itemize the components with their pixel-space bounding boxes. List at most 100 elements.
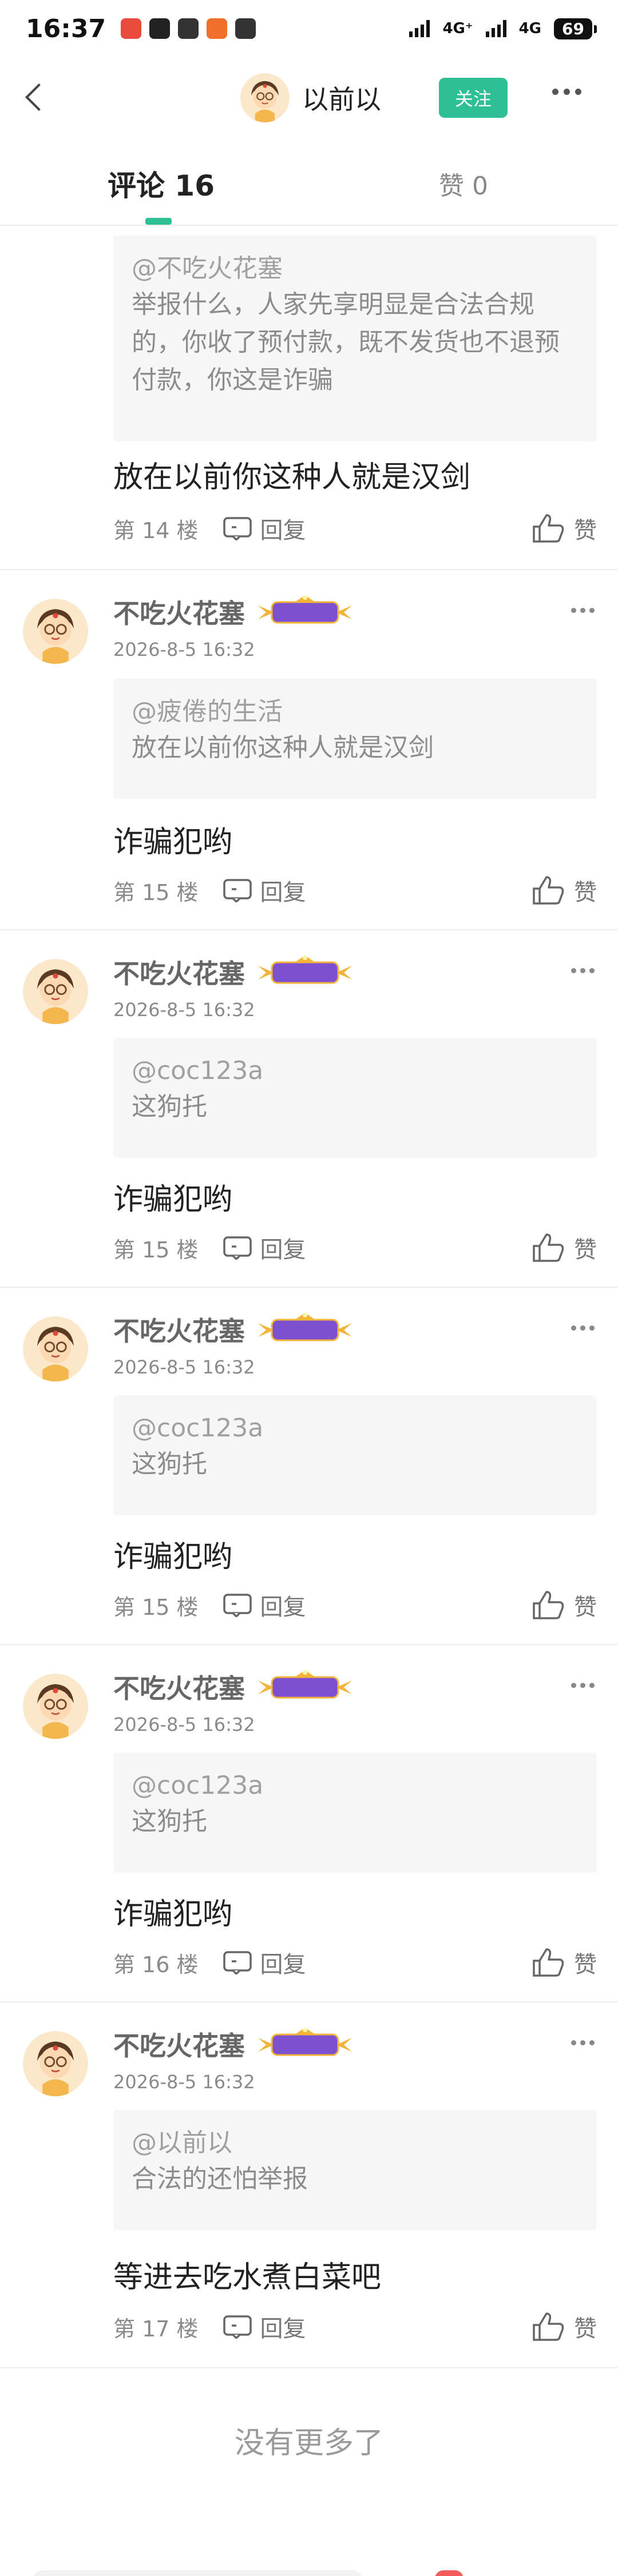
tab-indicator (145, 218, 172, 225)
quote-mention[interactable]: @以前以 (132, 2126, 579, 2160)
quoted-comment[interactable]: @疲倦的生活 放在以前你这种人就是汉剑 (113, 679, 597, 799)
comment-footer: 第 17 楼 回复 赞 (113, 2310, 597, 2344)
avatar[interactable] (23, 959, 88, 1024)
comment-item: 不吃火花塞 2026-8-5 16:32 @疲倦的生活 放在以前你这种人就是汉剑… (0, 570, 618, 930)
reply-label: 回复 (260, 517, 306, 544)
camera-app-icon (178, 18, 199, 39)
comment-time: 2026-8-5 16:32 (113, 639, 255, 660)
tab-likes[interactable]: 赞 0 (439, 165, 488, 202)
like-button[interactable]: 赞 (532, 874, 597, 907)
tab-bar: 评论 16 赞 0 (0, 146, 618, 226)
reply-button[interactable]: 回复 (223, 2310, 306, 2343)
quoted-comment[interactable]: @coc123a 这狗托 (113, 1395, 597, 1515)
status-time: 16:37 (26, 14, 106, 43)
author-info[interactable]: 以前以 (240, 73, 381, 122)
reply-button[interactable]: 回复 (223, 874, 306, 907)
quote-text: 这狗托 (132, 1450, 207, 1479)
quote-mention[interactable]: @coc123a (132, 1054, 579, 1088)
level-badge-icon (255, 954, 355, 991)
signal-icon-2 (485, 20, 506, 37)
like-label: 赞 (574, 1237, 597, 1263)
reply-button[interactable]: 回复 (223, 1231, 306, 1264)
reply-label: 回复 (260, 2316, 306, 2342)
quote-mention[interactable]: @疲倦的生活 (132, 695, 579, 729)
quote-mention[interactable]: @coc123a (132, 1411, 579, 1446)
avatar[interactable] (23, 2031, 88, 2096)
avatar[interactable] (23, 599, 88, 664)
like-button[interactable]: 赞 (532, 1588, 597, 1622)
level-badge-icon (255, 1669, 355, 1706)
like-label: 赞 (574, 517, 597, 544)
commenter-name[interactable]: 不吃火花塞 (113, 2025, 245, 2063)
quoted-comment[interactable]: @不吃火花塞 举报什么，人家先享明显是合法合规的，你收了预付款，既不发货也不退预… (113, 236, 597, 441)
comment-more-icon[interactable] (571, 968, 595, 973)
quoted-comment[interactable]: @以前以 合法的还怕举报 (113, 2110, 597, 2230)
reply-label: 回复 (260, 1237, 306, 1263)
avatar[interactable] (240, 73, 290, 122)
quote-text: 合法的还怕举报 (132, 2164, 308, 2193)
like-button[interactable]: 赞 (532, 1231, 597, 1264)
comment-footer: 第 15 楼 回复 赞 (113, 873, 597, 907)
reply-icon (223, 1236, 252, 1260)
comment-text: 诈骗犯哟 (113, 825, 233, 859)
reply-icon (223, 878, 252, 902)
no-more-label: 没有更多了 (234, 2426, 383, 2460)
floor-number: 第 15 楼 (113, 1237, 199, 1263)
comment-text: 等进去吃水煮白菜吧 (113, 2260, 382, 2295)
reply-button[interactable]: 回复 (223, 512, 306, 545)
reply-button[interactable]: 回复 (223, 1588, 306, 1622)
comment-footer: 第 15 楼 回复 赞 (113, 1231, 597, 1265)
like-button[interactable]: 赞 (532, 2310, 597, 2343)
comment-more-icon[interactable] (571, 1683, 595, 1688)
comment-footer: 第 16 楼 回复 赞 (113, 1945, 597, 1980)
comment-more-icon[interactable] (571, 608, 595, 613)
like-button[interactable]: 赞 (532, 1946, 597, 1979)
comment-time: 2026-8-5 16:32 (113, 999, 255, 1021)
comment-more-icon[interactable] (571, 1325, 595, 1331)
quote-mention[interactable]: @coc123a (132, 1769, 579, 1803)
quoted-comment[interactable]: @coc123a 这狗托 (113, 1038, 597, 1158)
comment-footer: 第 14 楼 回复 赞 (113, 511, 597, 546)
reply-icon (223, 2315, 252, 2339)
thumbs-up-icon (532, 1232, 565, 1263)
author-name[interactable]: 以前以 (302, 79, 381, 117)
shopping-app-icon (207, 18, 228, 39)
comment-text: 放在以前你这种人就是汉剑 (113, 460, 471, 495)
tab-comments[interactable]: 评论 16 (108, 163, 215, 204)
avatar[interactable] (23, 1316, 88, 1381)
comment-time: 2026-8-5 16:32 (113, 2071, 255, 2093)
reply-button[interactable]: 回复 (223, 1946, 306, 1979)
thumbs-up-icon (532, 875, 565, 906)
back-button[interactable] (17, 77, 53, 117)
thumbs-up-icon (532, 2311, 565, 2342)
thumbs-up-icon (532, 513, 565, 544)
comment-time: 2026-8-5 16:32 (113, 1714, 255, 1735)
floor-number: 第 14 楼 (113, 517, 199, 543)
network-type-1: 4G⁺ (442, 20, 473, 37)
like-button[interactable]: 赞 (532, 512, 597, 545)
commenter-name[interactable]: 不吃火花塞 (113, 593, 245, 631)
quote-text: 放在以前你这种人就是汉剑 (132, 733, 434, 762)
follow-button[interactable]: 关注 (439, 78, 508, 118)
network-type-2: 4G (518, 20, 542, 37)
commenter-name[interactable]: 不吃火花塞 (113, 953, 245, 991)
quote-text: 举报什么，人家先享明显是合法合规的，你收了预付款，既不发货也不退预付款，你这是诈… (132, 290, 560, 395)
reply-label: 回复 (260, 879, 306, 906)
quote-text: 这狗托 (132, 1807, 207, 1836)
comment-item: 不吃火花塞 2026-8-5 16:32 @coc123a 这狗托 诈骗犯哟 第… (0, 930, 618, 1288)
avatar[interactable] (23, 1674, 88, 1739)
quote-text: 这狗托 (132, 1092, 207, 1121)
chevron-left-icon (25, 83, 53, 112)
commenter-name[interactable]: 不吃火花塞 (113, 1311, 245, 1348)
commenter-name[interactable]: 不吃火花塞 (113, 1668, 245, 1706)
quoted-comment[interactable]: @coc123a 这狗托 (113, 1753, 597, 1873)
like-label: 赞 (574, 879, 597, 906)
message-app-icon (235, 18, 256, 39)
status-bar: 16:37 4G⁺ 4G 69 (0, 0, 618, 57)
more-options-icon[interactable] (552, 89, 581, 95)
comment-item: 不吃火花塞 2026-8-5 16:32 @以前以 合法的还怕举报 等进去吃水煮… (0, 2002, 618, 2368)
notification-dot (435, 2570, 464, 2576)
quote-mention[interactable]: @不吃火花塞 (132, 252, 579, 286)
comment-more-icon[interactable] (571, 2040, 595, 2045)
comment-input-bar[interactable] (31, 2570, 363, 2576)
